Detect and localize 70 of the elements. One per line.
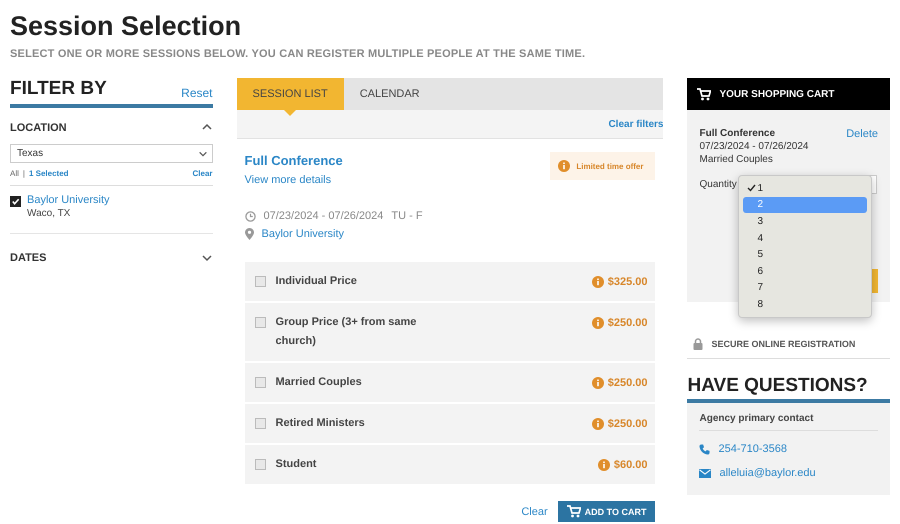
separator-text: |: [22, 169, 25, 178]
menu-option[interactable]: 5: [743, 246, 868, 263]
secure-text: SECURE ONLINE REGISTRATION: [711, 339, 856, 349]
price-label: Married Couples: [276, 375, 363, 390]
price-amount: $250.00: [608, 376, 648, 388]
checkbox[interactable]: [254, 418, 266, 429]
info-icon: [592, 276, 604, 288]
menu-option[interactable]: 8: [743, 296, 868, 313]
page-subtitle: SELECT ONE OR MORE SESSIONS BELOW. YOU CAN REGISTER MULTIPLE PEOPLE AT THE SAME TIME.: [10, 48, 586, 60]
all-link[interactable]: All: [10, 169, 19, 178]
cart-title: YOUR SHOPPING CART: [719, 88, 834, 100]
menu-option[interactable]: 3: [743, 213, 868, 230]
reset-link[interactable]: Reset: [181, 86, 213, 100]
add-to-cart-button[interactable]: ADD TO CART: [558, 501, 656, 522]
selected-count-link[interactable]: 1 Selected: [28, 169, 69, 178]
checkbox[interactable]: [10, 196, 21, 207]
cart-icon: [566, 505, 581, 518]
session-dates: 07/23/2024 - 07/26/2024: [264, 210, 384, 222]
section-label: DATES: [10, 252, 46, 264]
info-icon: [598, 458, 610, 470]
menu-option[interactable]: 2: [743, 196, 868, 214]
clear-filters-link[interactable]: Clear filters: [608, 118, 664, 130]
cart-item-dates: 07/23/2024 - 07/26/2024: [699, 141, 808, 152]
price-label: Student: [276, 457, 318, 472]
location-option[interactable]: Baylor University: [27, 194, 110, 206]
info-icon: [592, 316, 604, 328]
phone-icon: [699, 444, 710, 454]
location-select[interactable]: Texas: [10, 144, 213, 163]
phone-link[interactable]: 254-710-3568: [718, 443, 787, 455]
info-icon: [592, 418, 604, 430]
cart-icon: [697, 88, 712, 100]
delete-link[interactable]: Delete: [846, 128, 878, 165]
details-link[interactable]: View more details: [244, 174, 343, 186]
info-icon: [592, 376, 604, 388]
page-title: Session Selection: [10, 10, 242, 42]
menu-option[interactable]: 4: [743, 230, 868, 246]
quantity-label: Quantity: [699, 179, 737, 190]
location-place: Waco, TX: [27, 208, 72, 219]
section-label: LOCATION: [10, 122, 67, 134]
session-days: TU - F: [391, 210, 423, 222]
clear-link[interactable]: Clear: [192, 169, 213, 178]
checkbox[interactable]: [254, 317, 266, 328]
location-link[interactable]: Baylor University: [262, 228, 344, 240]
tab[interactable]: CALENDAR: [344, 78, 436, 110]
location-pin-icon: [244, 228, 254, 240]
price-label: Retired Ministers: [276, 416, 366, 431]
info-icon: [558, 160, 570, 172]
price-label: Individual Price: [276, 274, 358, 289]
checkbox[interactable]: [254, 377, 266, 388]
clock-icon: [244, 210, 256, 222]
session-title[interactable]: Full Conference: [244, 153, 343, 168]
price-label: Group Price (3+ from same church): [276, 315, 418, 349]
cart-item-name: Full Conference: [699, 128, 776, 139]
offer-badge: Limited time offer: [550, 152, 656, 180]
price-amount: $250.00: [608, 418, 648, 430]
menu-option[interactable]: 1: [743, 180, 868, 197]
email-link[interactable]: alleluia@baylor.edu: [719, 467, 816, 479]
menu-option[interactable]: 6: [743, 262, 868, 280]
clear-link[interactable]: Clear: [521, 506, 548, 518]
price-amount: $325.00: [608, 276, 648, 288]
mail-icon: [699, 468, 712, 478]
price-amount: $60.00: [614, 458, 648, 470]
cart-item-type: Married Couples: [699, 154, 774, 165]
checkbox[interactable]: [254, 459, 266, 470]
filter-title: FILTER BY: [10, 78, 107, 100]
lock-icon: [693, 338, 704, 350]
price-amount: $250.00: [608, 316, 648, 328]
menu-option[interactable]: 7: [743, 280, 868, 296]
contact-label: Agency primary contact: [699, 413, 878, 431]
checkbox[interactable]: [254, 276, 266, 287]
